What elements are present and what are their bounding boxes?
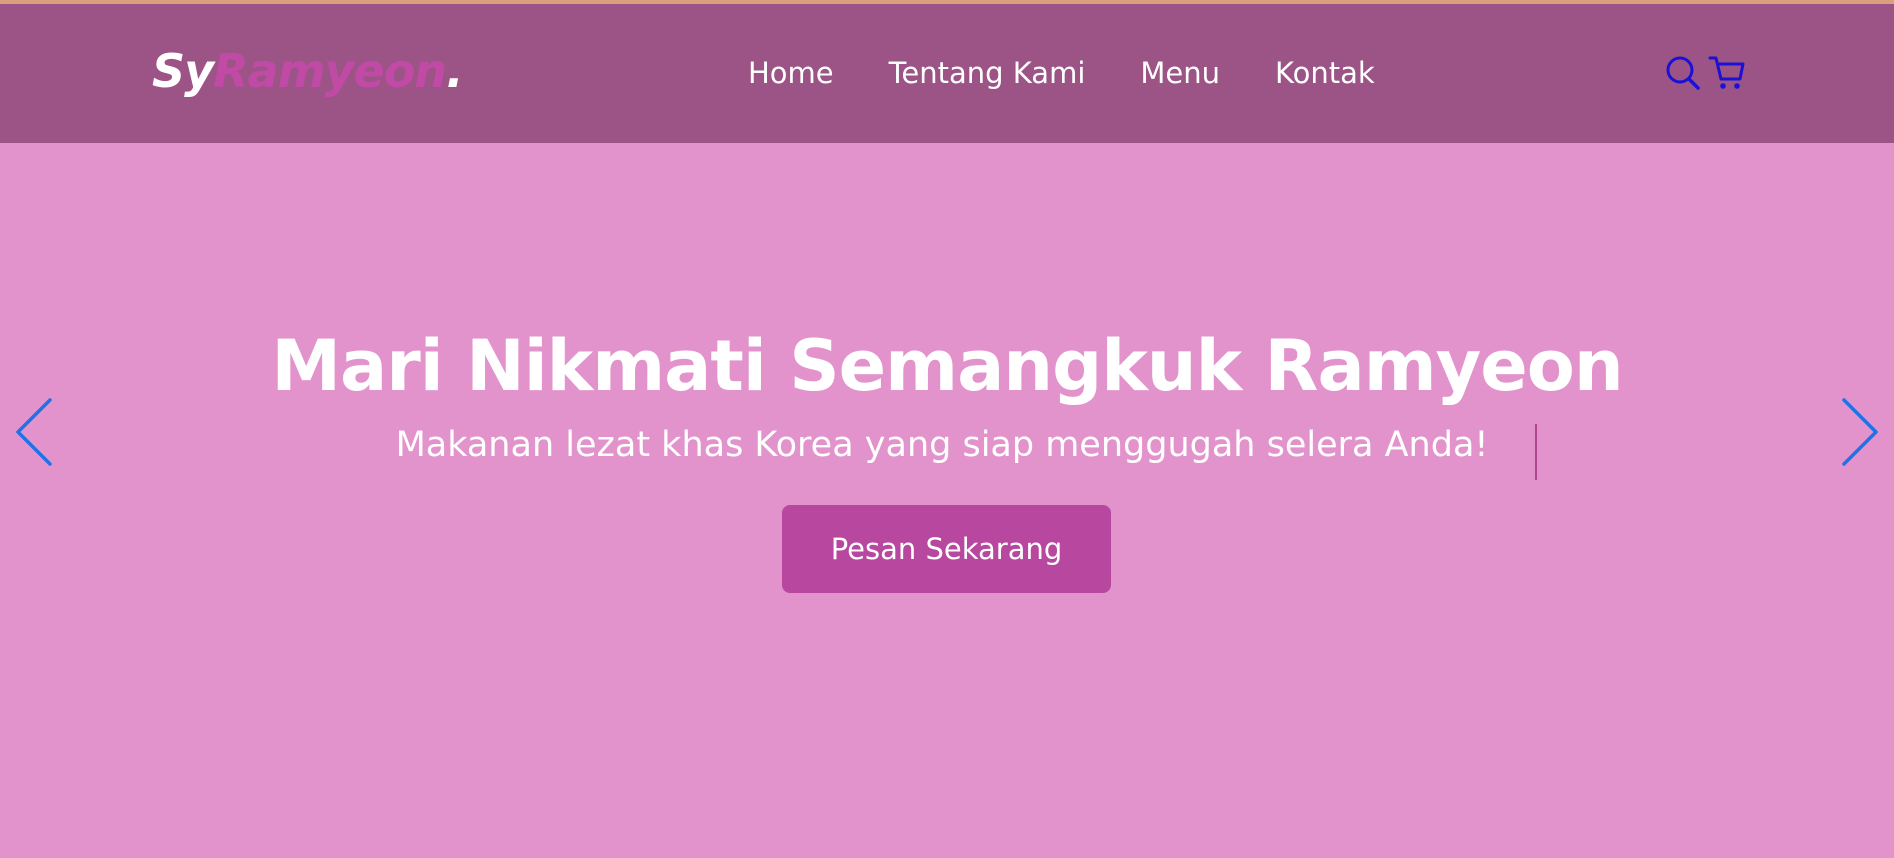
carousel-next-arrow[interactable] bbox=[1838, 396, 1882, 468]
logo-dot: . bbox=[446, 44, 464, 98]
nav-menu: Home Tentang Kami Menu Kontak bbox=[748, 56, 1375, 90]
logo-part-sy: Sy bbox=[152, 44, 214, 98]
nav-link-menu[interactable]: Menu bbox=[1140, 56, 1220, 90]
logo-part-ramyeon: Ramyeon bbox=[213, 44, 447, 98]
hero-title: Mari Nikmati Semangkuk Ramyeon bbox=[271, 325, 1623, 407]
hero-subtitle-text: Makanan lezat khas Korea yang siap mengg… bbox=[395, 425, 1489, 465]
navbar: SyRamyeon. Home Tentang Kami Menu Kontak bbox=[0, 4, 1894, 143]
logo[interactable]: SyRamyeon. bbox=[152, 44, 464, 98]
typing-cursor bbox=[1535, 424, 1537, 480]
search-icon[interactable] bbox=[1664, 54, 1702, 92]
nav-link-kontak[interactable]: Kontak bbox=[1275, 56, 1375, 90]
order-now-button[interactable]: Pesan Sekarang bbox=[782, 505, 1111, 593]
nav-icons bbox=[1664, 54, 1746, 92]
nav-link-home[interactable]: Home bbox=[748, 56, 834, 90]
nav-link-tentang-kami[interactable]: Tentang Kami bbox=[889, 56, 1086, 90]
cart-icon[interactable] bbox=[1708, 54, 1746, 92]
hero-subtitle: Makanan lezat khas Korea yang siap mengg… bbox=[0, 425, 1894, 465]
